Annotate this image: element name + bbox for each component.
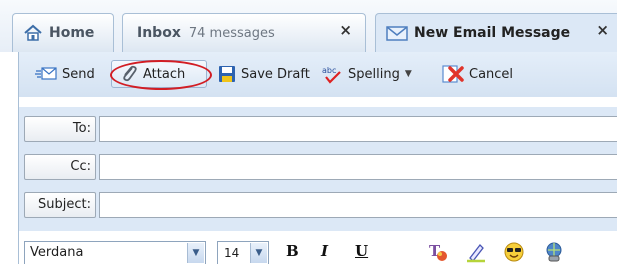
cc-button[interactable]: Cc:: [24, 154, 96, 180]
cc-field[interactable]: [99, 154, 617, 180]
save-draft-button[interactable]: Save Draft: [218, 60, 310, 88]
home-icon: [24, 24, 42, 41]
bold-button[interactable]: B: [286, 242, 299, 260]
send-label: Send: [62, 66, 95, 82]
emoticon-icon[interactable]: [503, 241, 525, 263]
send-button[interactable]: Send: [35, 60, 95, 88]
attach-label: Attach: [143, 66, 186, 82]
tab-new-email[interactable]: New Email Message ×: [375, 13, 617, 52]
envelope-icon: [386, 26, 408, 41]
message-header-fields: To: Cc: Subject:: [18, 107, 617, 231]
floppy-disk-icon: [219, 66, 235, 82]
tab-inbox-label: Inbox: [137, 25, 181, 41]
paperclip-icon: [123, 65, 137, 82]
tab-new-email-label: New Email Message: [414, 25, 571, 41]
underline-button[interactable]: U: [355, 242, 368, 260]
chevron-down-icon[interactable]: ▼: [405, 69, 412, 79]
cancel-button[interactable]: Cancel: [442, 60, 513, 88]
attach-button[interactable]: Attach: [111, 60, 207, 88]
subject-row: Subject:: [24, 192, 617, 218]
tab-inbox-count: 74 messages: [188, 25, 275, 41]
to-field[interactable]: [99, 116, 617, 142]
svg-text:abc: abc: [322, 66, 336, 75]
cancel-icon: [442, 65, 464, 83]
save-draft-label: Save Draft: [241, 66, 310, 82]
tab-home-label: Home: [49, 25, 95, 41]
compose-toolbar: Send Attach Save Draft abc Spelling ▼ Ca…: [18, 52, 617, 97]
italic-button[interactable]: I: [321, 242, 328, 260]
toolbar-divider: [18, 97, 617, 107]
to-button[interactable]: To:: [24, 116, 96, 142]
close-icon[interactable]: ×: [596, 21, 609, 39]
spelling-label: Spelling: [348, 66, 400, 82]
tab-home[interactable]: Home: [12, 13, 114, 52]
cc-row: Cc:: [24, 154, 617, 180]
subject-field[interactable]: [99, 192, 617, 218]
font-family-value: Verdana: [30, 245, 84, 260]
subject-button[interactable]: Subject:: [24, 192, 96, 218]
font-size-select[interactable]: 14 ▼: [217, 241, 269, 264]
highlighter-icon[interactable]: [465, 241, 487, 263]
hyperlink-icon[interactable]: [543, 241, 565, 263]
chevron-down-icon[interactable]: ▼: [250, 243, 267, 263]
tab-inbox[interactable]: Inbox 74 messages ×: [122, 13, 366, 52]
text-color-icon[interactable]: T: [427, 241, 449, 263]
cancel-label: Cancel: [469, 66, 514, 82]
spellcheck-icon: abc: [322, 66, 341, 84]
font-family-select[interactable]: Verdana ▼: [24, 241, 206, 264]
to-row: To:: [24, 116, 617, 142]
spelling-button[interactable]: abc Spelling ▼: [321, 60, 412, 88]
send-icon: [35, 67, 57, 80]
font-size-value: 14: [224, 246, 240, 260]
tab-strip: Home Inbox 74 messages × New Email Messa…: [0, 0, 617, 52]
close-icon[interactable]: ×: [339, 21, 352, 39]
chevron-down-icon[interactable]: ▼: [187, 243, 204, 263]
format-toolbar: Verdana ▼ 14 ▼ B I U T: [18, 231, 617, 264]
